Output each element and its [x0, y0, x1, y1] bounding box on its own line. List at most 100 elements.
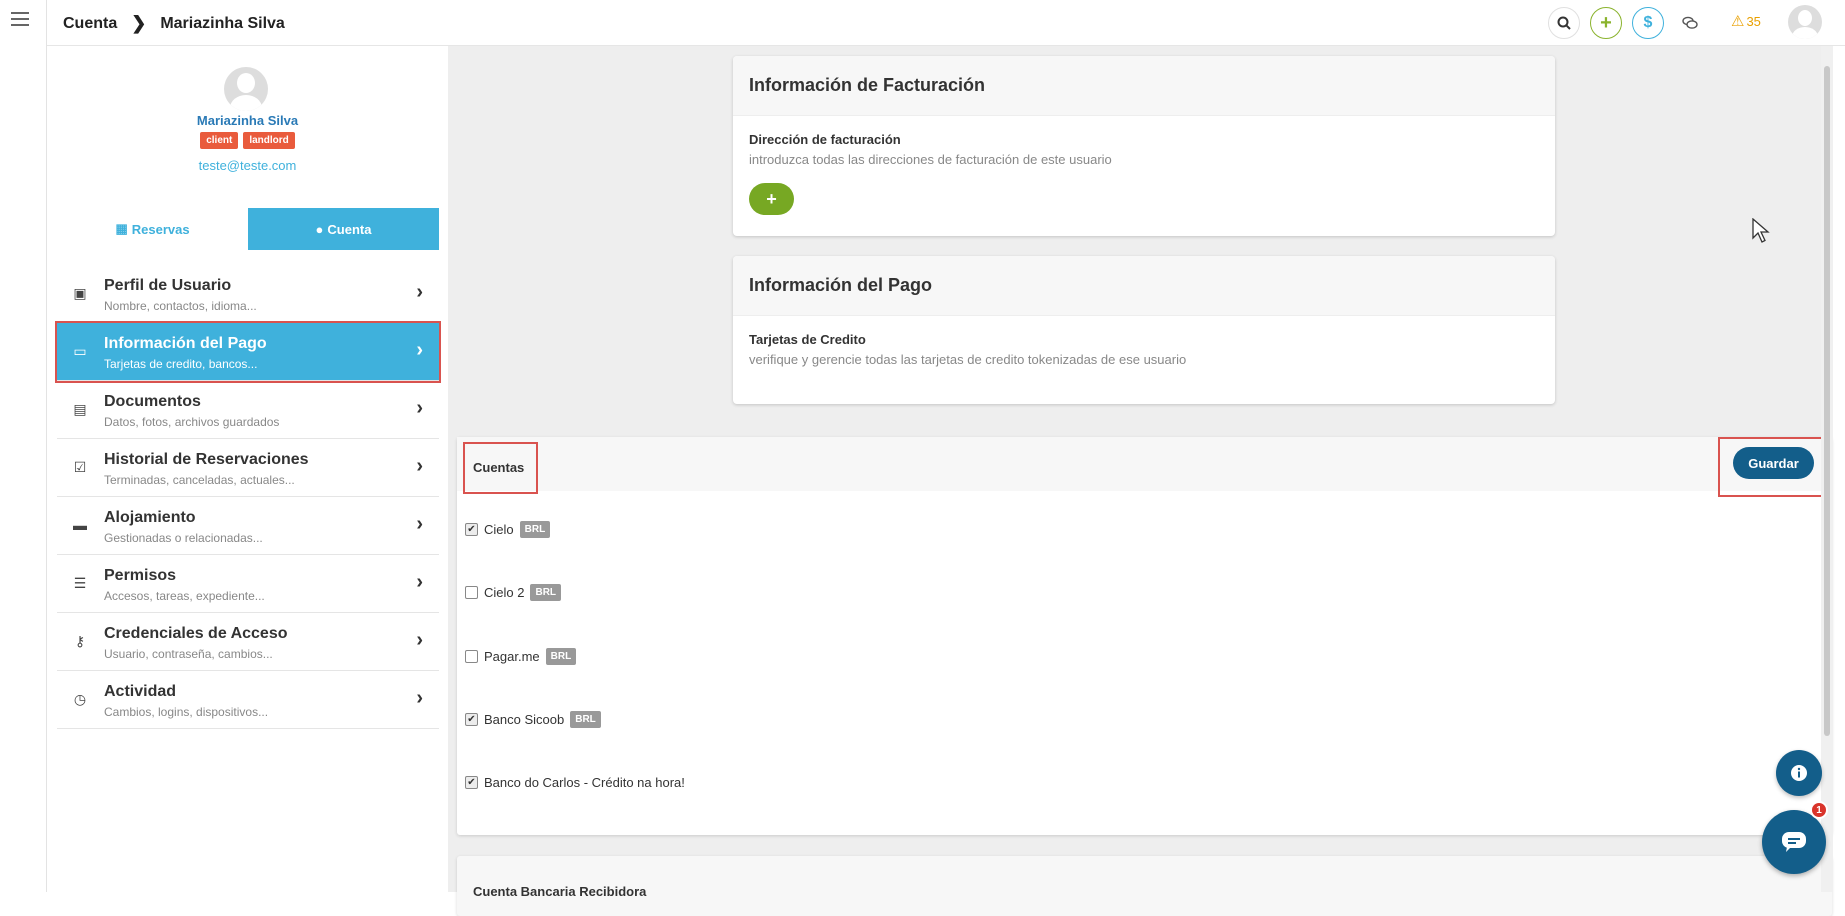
key-icon: ⚷ [74, 632, 86, 649]
chevron-right-icon: › [416, 629, 423, 651]
profile-tabs: ▦ Reservas ● Cuenta [57, 208, 439, 250]
left-rail [0, 0, 47, 892]
breadcrumb-current: Mariazinha Silva [160, 14, 285, 32]
nav-item-title: Actividad [104, 683, 177, 700]
chevron-right-icon: › [416, 339, 423, 361]
nav-item-pago[interactable]: ▭ Información del Pago Tarjetas de credi… [55, 321, 441, 383]
nav-item-subtitle: Terminadas, canceladas, actuales... [104, 473, 295, 487]
tab-reservas[interactable]: ▦ Reservas [57, 208, 248, 250]
profile-name: Mariazinha Silva [196, 113, 299, 128]
nav-item-title: Documentos [104, 393, 201, 410]
chevron-right-icon: › [416, 455, 423, 477]
account-name: Banco do Carlos - Crédito na hora! [484, 775, 685, 790]
accounts-panel: Cuentas Guardar ✔ Cielo BRL Cielo 2 BRL … [457, 437, 1832, 835]
scrollbar[interactable] [1821, 46, 1833, 892]
breadcrumb: Cuenta ❯ Mariazinha Silva [63, 13, 285, 34]
nav-item-title: Perfil de Usuario [104, 277, 232, 294]
bed-icon: ▬ [73, 517, 87, 533]
account-row-carlos[interactable]: ✔ Banco do Carlos - Crédito na hora! [465, 775, 685, 790]
account-checkbox[interactable] [465, 586, 478, 599]
info-button[interactable] [1776, 750, 1822, 796]
account-checkbox[interactable]: ✔ [465, 713, 478, 726]
account-checkbox[interactable] [465, 650, 478, 663]
sidebar: Mariazinha Silva client landlord teste@t… [47, 46, 448, 892]
chat-icon [1782, 832, 1806, 852]
chevron-right-icon: › [416, 687, 423, 709]
account-nav: ▣ Perfil de Usuario Nombre, contactos, i… [55, 265, 441, 729]
id-card-icon: ▤ [73, 400, 87, 417]
chevron-right-icon: ❯ [131, 13, 147, 33]
role-tag: client [200, 132, 239, 149]
account-row-cielo-2[interactable]: Cielo 2 BRL [465, 584, 562, 601]
list-icon: ☰ [73, 574, 87, 591]
breadcrumb-root[interactable]: Cuenta [63, 15, 117, 33]
account-name: Banco Sicoob [484, 712, 565, 727]
nav-item-perfil[interactable]: ▣ Perfil de Usuario Nombre, contactos, i… [57, 265, 439, 323]
nav-item-actividad[interactable]: ◷ Actividad Cambios, logins, dispositivo… [57, 671, 439, 729]
nav-item-title: Información del Pago [104, 335, 267, 352]
profile-email[interactable]: teste@teste.com [47, 158, 448, 173]
billing-card: Información de Facturación Dirección de … [733, 56, 1555, 236]
payment-description: verifique y gerencie todas las tarjetas … [749, 352, 1187, 367]
account-name: Cielo 2 [484, 585, 525, 600]
payments-button[interactable]: $ [1632, 7, 1664, 39]
top-bar: Cuenta ❯ Mariazinha Silva + $ ⚠ 35 [47, 0, 1845, 46]
tab-reservas-label: Reservas [131, 221, 190, 237]
nav-item-historial[interactable]: ☑ Historial de Reservaciones Terminadas,… [57, 439, 439, 497]
chat-unread-badge: 1 [1810, 801, 1828, 819]
warning-icon: ⚠ [1731, 13, 1745, 30]
messages-button[interactable] [1674, 7, 1706, 39]
nav-item-title: Historial de Reservaciones [104, 451, 309, 468]
account-row-cielo[interactable]: ✔ Cielo BRL [465, 521, 551, 538]
account-checkbox[interactable]: ✔ [465, 523, 478, 536]
chat-button[interactable] [1762, 810, 1826, 874]
search-button[interactable] [1548, 7, 1580, 39]
nav-item-subtitle: Gestionadas o relacionadas... [104, 531, 263, 545]
tab-cuenta-label: Cuenta [327, 221, 372, 237]
payment-title: Información del Pago [733, 256, 1555, 316]
mouse-pointer-icon [1752, 218, 1770, 243]
nav-item-credenciales[interactable]: ⚷ Credenciales de Acceso Usuario, contra… [57, 613, 439, 671]
calendar-icon: ▦ [115, 221, 128, 236]
plus-icon: + [1600, 11, 1612, 34]
chat-bubbles-icon [1682, 16, 1698, 29]
alerts-button[interactable]: ⚠ 35 [1731, 12, 1761, 30]
alerts-count: 35 [1746, 13, 1761, 29]
currency-badge: BRL [570, 711, 601, 728]
hamburger-menu-icon[interactable] [11, 12, 29, 28]
role-tag: landlord [243, 132, 295, 149]
account-name: Cielo [484, 522, 514, 537]
dollar-icon: $ [1643, 14, 1653, 31]
nav-item-title: Credenciales de Acceso [104, 625, 288, 642]
account-checkbox[interactable]: ✔ [465, 776, 478, 789]
nav-item-documentos[interactable]: ▤ Documentos Datos, fotos, archivos guar… [57, 381, 439, 439]
main-content: Información de Facturación Dirección de … [448, 46, 1833, 916]
billing-label: Dirección de facturación [749, 132, 901, 147]
billing-description: introduzca todas las direcciones de fact… [749, 152, 1112, 167]
nav-item-subtitle: Usuario, contraseña, cambios... [104, 647, 273, 661]
add-billing-address-button[interactable]: + [749, 183, 794, 215]
user-avatar[interactable] [1788, 5, 1822, 39]
credit-card-icon: ▭ [73, 342, 87, 359]
calendar-check-icon: ☑ [73, 458, 87, 475]
payment-label: Tarjetas de Credito [749, 332, 866, 347]
clock-icon: ◷ [73, 690, 87, 707]
currency-badge: BRL [519, 521, 551, 538]
profile-tags: client landlord [47, 132, 448, 149]
save-highlight: Guardar [1718, 437, 1832, 497]
tab-cuenta[interactable]: ● Cuenta [248, 208, 439, 250]
plus-icon: + [766, 188, 777, 209]
chevron-right-icon: › [416, 281, 423, 303]
nav-item-alojamiento[interactable]: ▬ Alojamiento Gestionadas o relacionadas… [57, 497, 439, 555]
account-row-sicoob[interactable]: ✔ Banco Sicoob BRL [465, 711, 601, 728]
account-row-pagarme[interactable]: Pagar.me BRL [465, 648, 577, 665]
scrollbar-thumb[interactable] [1824, 66, 1830, 736]
nav-item-subtitle: Nombre, contactos, idioma... [104, 299, 257, 313]
chevron-right-icon: › [416, 571, 423, 593]
contact-card-icon: ▣ [73, 284, 87, 301]
currency-badge: BRL [545, 648, 577, 665]
nav-item-permisos[interactable]: ☰ Permisos Accesos, tareas, expediente..… [57, 555, 439, 613]
save-button[interactable]: Guardar [1733, 447, 1814, 479]
add-button[interactable]: + [1590, 7, 1622, 39]
payment-card: Información del Pago Tarjetas de Credito… [733, 256, 1555, 404]
